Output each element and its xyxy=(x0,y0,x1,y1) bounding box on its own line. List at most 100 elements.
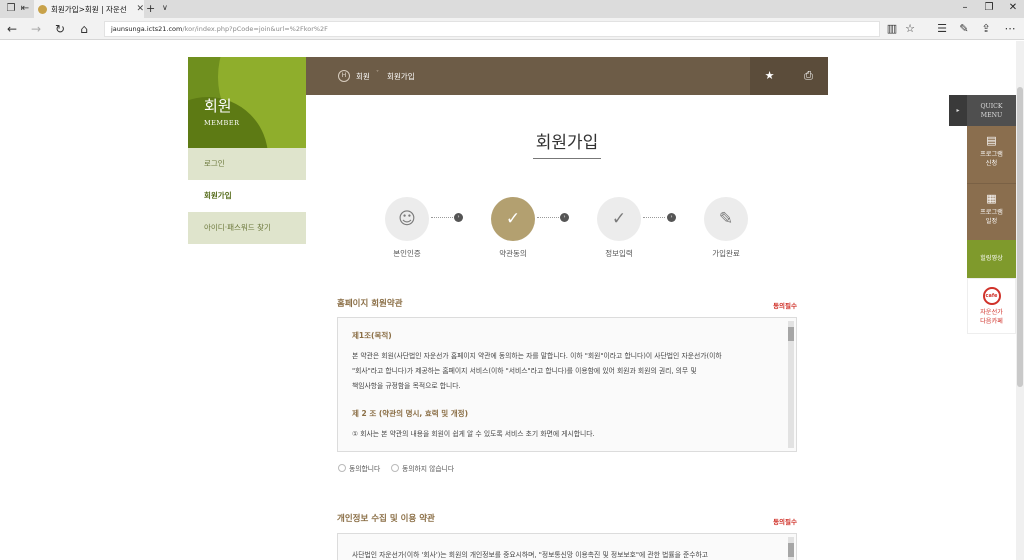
url-host: jaunsunga.icts21.com xyxy=(111,25,183,33)
step-label: 약관동의 xyxy=(499,249,527,258)
quick-menu-toggle-icon[interactable]: ▸ xyxy=(949,95,967,126)
step-label: 정보입력 xyxy=(605,249,633,258)
favorites-hub-icon[interactable]: ☰ xyxy=(934,21,950,37)
homepage-terms-title: 홈페이지 회원약관 xyxy=(337,299,403,309)
article-text: 사단법인 자운선가(이하 '회사')는 회원의 개인정보를 중요시하며, "정보… xyxy=(352,551,709,559)
breadcrumb-level1[interactable]: 회원 xyxy=(356,71,370,82)
privacy-terms-title: 개인정보 수집 및 이용 약관 xyxy=(337,514,435,524)
home-icon[interactable]: ⌂ xyxy=(76,21,92,37)
radio-circle-icon[interactable] xyxy=(338,464,346,472)
agree-radio[interactable]: 동의합니다 xyxy=(338,463,380,473)
print-button[interactable]: ⎙ xyxy=(789,57,828,95)
article-title: 제1조(목적) xyxy=(352,331,392,340)
page-scrollbar[interactable] xyxy=(1016,41,1024,560)
radio-circle-icon[interactable] xyxy=(391,464,399,472)
favorite-star-icon[interactable]: ☆ xyxy=(902,21,918,37)
homepage-terms-content: 제1조(목적) 본 약관은 회원(사단법인 자운선가 홈페이지 약관에 동의하는… xyxy=(352,330,782,442)
quick-menu-label: 자운선가 xyxy=(980,309,1003,316)
back-tabs-icon[interactable]: ⇤ xyxy=(18,2,32,16)
step-arrow-icon: › xyxy=(454,213,463,222)
article-title: 제 2 조 (약관의 명시, 효력 및 개정) xyxy=(352,409,468,418)
tab-title: 회원가입>회원 | 자운선 xyxy=(51,4,127,14)
new-tab-icon[interactable]: + xyxy=(146,2,155,15)
restore-icon[interactable]: ❐ xyxy=(982,2,996,13)
terms-scroll-thumb[interactable] xyxy=(788,327,794,341)
lnb-subtitle: MEMBER xyxy=(204,119,240,127)
article-text: 책임사항을 규정함을 목적으로 합니다. xyxy=(352,382,461,390)
page-body xyxy=(0,41,1024,560)
close-tab-icon[interactable]: ✕ xyxy=(136,4,144,14)
browser-tab-bar: ❐ ⇤ 회원가입>회원 | 자운선 ✕ + ∨ – ❐ ✕ xyxy=(0,0,1024,18)
url-path: /kor/index.php?pCode=join&url=%2Fkor%2F xyxy=(182,25,328,33)
step-connector xyxy=(537,217,559,218)
reading-view-icon[interactable]: ▥ xyxy=(884,21,900,37)
step-label: 본인인증 xyxy=(393,249,421,258)
article-text: ① 회사는 본 약관의 내용을 회원이 쉽게 알 수 있도록 서비스 초기 화면… xyxy=(352,430,595,438)
pencil-icon: ✎ xyxy=(704,197,748,241)
disagree-radio[interactable]: 동의하지 않습니다 xyxy=(391,463,454,473)
cafe-icon: cafe xyxy=(982,287,1001,305)
quick-menu-program-apply[interactable]: ▤ 프로그램 신청 xyxy=(967,126,1016,183)
calendar-icon: ▦ xyxy=(986,192,997,205)
lnb-header: 회원 MEMBER xyxy=(188,57,306,148)
favicon-icon xyxy=(38,4,47,14)
quick-menu-title-line: QUICK xyxy=(980,103,1003,110)
homepage-terms-box[interactable]: 제1조(목적) 본 약관은 회원(사단법인 자운선가 홈페이지 약관에 동의하는… xyxy=(337,317,797,452)
page-title: 회원가입 xyxy=(535,133,599,153)
forward-arrow-icon[interactable]: → xyxy=(28,21,44,37)
lnb-item-find-id-password[interactable]: 아이디·패스워드 찾기 xyxy=(188,212,306,244)
quick-menu-label: 힐링영상 xyxy=(980,255,1003,262)
quick-menu-daum-cafe[interactable]: cafe 자운선가 다음카페 xyxy=(967,278,1016,334)
step-connector xyxy=(431,217,453,218)
minimize-icon[interactable]: – xyxy=(958,2,972,13)
required-badge: 동의필수 xyxy=(773,518,797,526)
notes-pen-icon[interactable]: ✎ xyxy=(956,21,972,37)
back-arrow-icon[interactable]: ← xyxy=(4,21,20,37)
bookmark-star-button[interactable]: ★ xyxy=(750,57,789,95)
tab-list-icon[interactable]: ❐ xyxy=(4,2,18,16)
close-window-icon[interactable]: ✕ xyxy=(1006,2,1020,13)
more-icon[interactable]: ⋯ xyxy=(1002,21,1018,37)
home-icon[interactable]: H xyxy=(338,70,350,82)
refresh-icon[interactable]: ↻ xyxy=(52,21,68,37)
step-connector xyxy=(643,217,665,218)
agree-label: 동의합니다 xyxy=(349,465,381,473)
share-icon[interactable]: ⇪ xyxy=(978,21,994,37)
quick-menu-header[interactable]: ▸ QUICK MENU xyxy=(949,95,1016,126)
article-text: 본 약관은 회원(사단법인 자운선가 홈페이지 약관에 동의하는 자를 말합니다… xyxy=(352,352,722,360)
location-bar: H 회원 ˅ 회원가입 ★ ⎙ xyxy=(306,57,828,95)
step-arrow-icon: › xyxy=(667,213,676,222)
article-text: "회사"라고 합니다)가 제공하는 홈페이지 서비스(이하 "서비스"라고 합니… xyxy=(352,367,697,375)
lnb-item-login[interactable]: 로그인 xyxy=(188,148,306,180)
quick-menu-healing-video[interactable]: 힐링영상 xyxy=(967,240,1016,278)
lnb-item-join[interactable]: 회원가입 xyxy=(188,180,306,212)
quick-menu-program-schedule[interactable]: ▦ 프로그램 일정 xyxy=(967,183,1016,240)
quick-menu-label: 프로그램 xyxy=(980,151,1003,158)
document-icon: ▤ xyxy=(986,134,997,147)
quick-menu-label: 다음카페 xyxy=(980,318,1003,325)
check-circle-icon: ✓ xyxy=(491,197,535,241)
title-underline xyxy=(533,158,601,159)
quick-menu-label: 프로그램 xyxy=(980,209,1003,216)
terms-scroll-thumb[interactable] xyxy=(788,543,794,557)
page-scroll-thumb[interactable] xyxy=(1017,87,1023,387)
disagree-label: 동의하지 않습니다 xyxy=(402,465,455,473)
terms-scrollbar[interactable] xyxy=(788,321,794,448)
breadcrumb-level2[interactable]: 회원가입 xyxy=(387,71,415,82)
check-circle-icon: ✓ xyxy=(597,197,641,241)
breadcrumb-separator-icon: ˅ xyxy=(376,70,379,77)
step-arrow-icon: › xyxy=(560,213,569,222)
quick-menu-label: 일정 xyxy=(985,218,998,225)
required-badge: 동의필수 xyxy=(773,302,797,310)
url-input[interactable]: jaunsunga.icts21.com/kor/index.php?pCode… xyxy=(104,21,880,37)
chevron-down-icon[interactable]: ∨ xyxy=(162,3,168,12)
quick-menu-title: QUICK MENU xyxy=(967,102,1016,120)
browser-address-bar: ← → ↻ ⌂ jaunsunga.icts21.com/kor/index.p… xyxy=(0,18,1024,40)
person-icon: ☺ xyxy=(385,197,429,241)
lnb-title: 회원 xyxy=(204,97,232,115)
privacy-terms-box[interactable]: 사단법인 자운선가(이하 '회사')는 회원의 개인정보를 중요시하며, "정보… xyxy=(337,533,797,560)
active-tab[interactable]: 회원가입>회원 | 자운선 ✕ xyxy=(34,0,144,18)
step-label: 가입완료 xyxy=(712,249,740,258)
terms-scrollbar[interactable] xyxy=(788,537,794,560)
quick-menu-title-line: MENU xyxy=(980,112,1003,119)
